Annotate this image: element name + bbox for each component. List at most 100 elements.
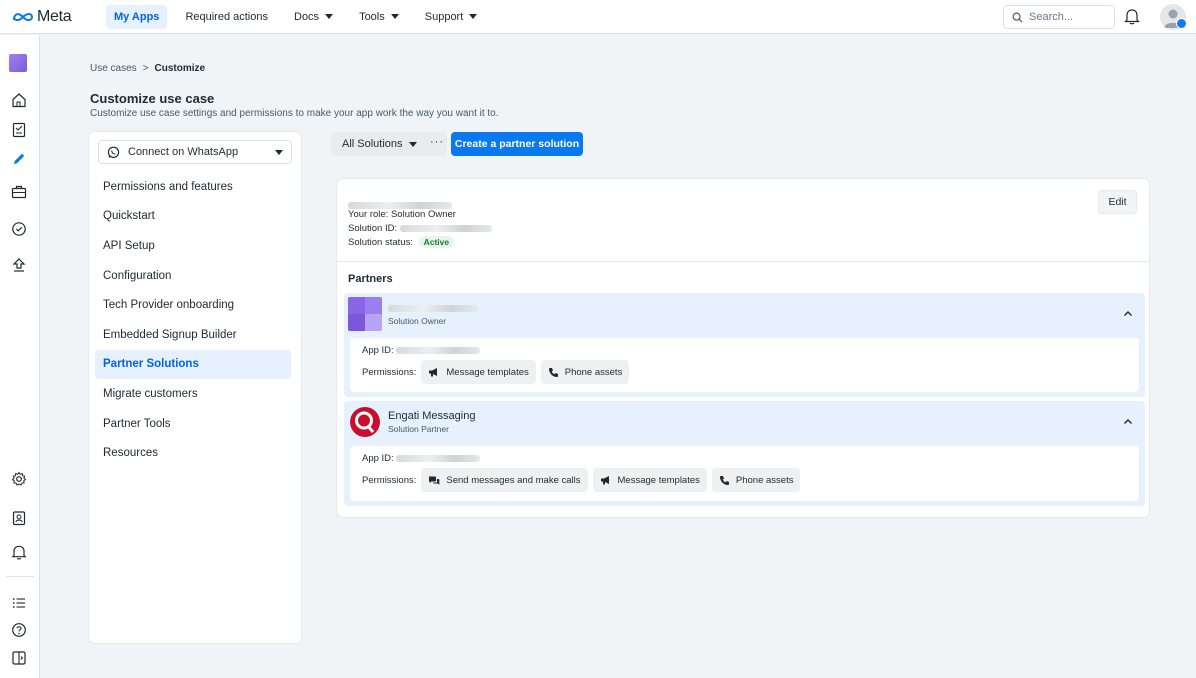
phone-icon <box>719 475 729 485</box>
engati-logo-icon <box>350 407 380 437</box>
page-title: Customize use case <box>90 91 215 106</box>
notifications-button[interactable] <box>1124 8 1140 28</box>
solutions-filter-value: All Solutions <box>342 138 403 150</box>
caret-down-icon <box>408 141 417 147</box>
partner-app-id: App ID: <box>362 453 481 464</box>
nav-label: Docs <box>294 10 320 23</box>
contact-card-icon[interactable] <box>8 507 30 529</box>
page-subtitle: Customize use case settings and permissi… <box>90 108 499 119</box>
menu-item-tech-provider-onboarding[interactable]: Tech Provider onboarding <box>95 290 291 320</box>
nav-support[interactable]: Support <box>417 5 486 29</box>
role-value: Solution Owner <box>390 209 456 220</box>
app-id-redacted <box>396 454 481 462</box>
solution-role-line: Your role: Solution Owner <box>348 209 456 220</box>
partner-name: Engati Messaging <box>388 410 476 422</box>
chevron-up-icon[interactable] <box>1123 310 1133 317</box>
divider <box>337 261 1149 262</box>
partner-header[interactable]: Engati Messaging Solution Partner <box>348 405 475 439</box>
meta-logo[interactable]: Meta <box>12 8 92 26</box>
checklist-icon[interactable] <box>8 119 30 141</box>
home-icon[interactable] <box>8 89 30 111</box>
permission-chip-message-templates[interactable]: Message templates <box>421 360 536 384</box>
main-nav: My Apps Required actions Docs Tools Supp… <box>106 0 495 34</box>
search-icon <box>1012 12 1023 23</box>
partner-role: Solution Partner <box>388 424 449 434</box>
whatsapp-icon <box>107 146 120 158</box>
nav-label: Required actions <box>185 10 268 23</box>
status-label: Solution status: <box>348 237 413 248</box>
use-case-dropdown-value: Connect on WhatsApp <box>128 146 239 158</box>
caret-down-icon <box>275 149 283 155</box>
breadcrumb: Use cases > Customize <box>90 63 205 74</box>
nav-label: My Apps <box>114 10 160 23</box>
menu-item-partner-solutions[interactable]: Partner Solutions <box>95 349 291 380</box>
permission-chip-message-templates[interactable]: Message templates <box>592 468 707 492</box>
create-partner-solution-button[interactable]: Create a partner solution <box>451 132 583 156</box>
menu-item-migrate-customers[interactable]: Migrate customers <box>95 379 291 409</box>
partner-row-owner: Solution Owner App ID: Permissions: Mess… <box>344 293 1145 397</box>
partner-details: App ID: Permissions: Send messages and m… <box>350 446 1139 501</box>
solution-status-line: Solution status: Active <box>348 236 455 248</box>
help-icon[interactable] <box>8 619 30 641</box>
briefcase-icon[interactable] <box>8 181 30 203</box>
permission-chip-phone-assets[interactable]: Phone assets <box>540 360 630 384</box>
pencil-icon[interactable] <box>8 148 30 170</box>
permission-chip-phone-assets[interactable]: Phone assets <box>711 468 801 492</box>
settings-gear-icon[interactable] <box>8 468 30 490</box>
partners-heading: Partners <box>348 273 393 285</box>
solution-id-redacted <box>399 224 492 232</box>
menu-item-permissions-and-features[interactable]: Permissions and features <box>95 172 291 202</box>
role-label: Your role: <box>348 209 389 220</box>
megaphone-icon <box>429 368 438 377</box>
chevron-up-icon[interactable] <box>1123 418 1133 425</box>
search-box <box>1003 5 1115 29</box>
app-id-redacted <box>396 346 481 354</box>
menu-item-resources[interactable]: Resources <box>95 438 291 468</box>
use-case-menu: Permissions and features Quickstart API … <box>95 172 291 468</box>
partner-details: App ID: Permissions: Message templates P… <box>350 338 1139 392</box>
permissions-label: Permissions: <box>362 474 417 486</box>
list-icon[interactable] <box>8 592 30 614</box>
more-options-icon[interactable]: ··· <box>430 136 444 148</box>
nav-required-actions[interactable]: Required actions <box>177 5 276 29</box>
shield-check-icon[interactable] <box>8 218 30 240</box>
partner-app-id: App ID: <box>362 345 481 356</box>
solutions-filter-dropdown[interactable]: All Solutions ··· <box>331 132 447 156</box>
panel-toggle-icon[interactable] <box>8 647 30 669</box>
permission-chip-send-messages[interactable]: Send messages and make calls <box>421 468 588 492</box>
partner-role: Solution Owner <box>388 316 447 326</box>
menu-item-embedded-signup-builder[interactable]: Embedded Signup Builder <box>95 320 291 350</box>
menu-item-configuration[interactable]: Configuration <box>95 261 291 291</box>
partner-permissions: Permissions: Send messages and make call… <box>362 468 801 492</box>
rail-divider <box>6 576 34 577</box>
partner-row-engati: Engati Messaging Solution Partner App ID… <box>344 401 1145 506</box>
caret-down-icon <box>469 14 478 19</box>
partner-permissions: Permissions: Message templates Phone ass… <box>362 360 630 384</box>
logo-text: Meta <box>37 7 72 25</box>
nav-docs[interactable]: Docs <box>286 5 341 29</box>
bell-icon[interactable] <box>8 541 30 563</box>
left-icon-rail <box>0 35 40 678</box>
facebook-badge-icon <box>1176 18 1187 29</box>
solution-id-label: Solution ID: <box>348 223 398 234</box>
partner-header[interactable]: Solution Owner <box>348 297 478 331</box>
breadcrumb-current: Customize <box>154 63 206 74</box>
top-navigation-bar: Meta My Apps Required actions Docs Tools… <box>0 0 1196 34</box>
nav-my-apps[interactable]: My Apps <box>106 4 168 29</box>
breadcrumb-use-cases[interactable]: Use cases <box>90 63 137 74</box>
nav-label: Support <box>424 10 464 23</box>
upload-icon[interactable] <box>8 254 30 276</box>
menu-item-quickstart[interactable]: Quickstart <box>95 202 291 232</box>
edit-button[interactable]: Edit <box>1098 190 1137 214</box>
nav-label: Tools <box>359 10 385 23</box>
use-case-dropdown[interactable]: Connect on WhatsApp <box>98 140 292 164</box>
bell-icon <box>1124 9 1140 25</box>
menu-item-api-setup[interactable]: API Setup <box>95 231 291 261</box>
search-input[interactable] <box>1029 11 1105 23</box>
app-icon[interactable] <box>9 54 27 72</box>
menu-item-partner-tools[interactable]: Partner Tools <box>95 409 291 439</box>
solution-card: Your role: Solution Owner Solution ID: S… <box>337 179 1149 517</box>
nav-tools[interactable]: Tools <box>351 5 407 29</box>
phone-icon <box>548 367 558 377</box>
solution-id-line: Solution ID: <box>348 223 492 234</box>
